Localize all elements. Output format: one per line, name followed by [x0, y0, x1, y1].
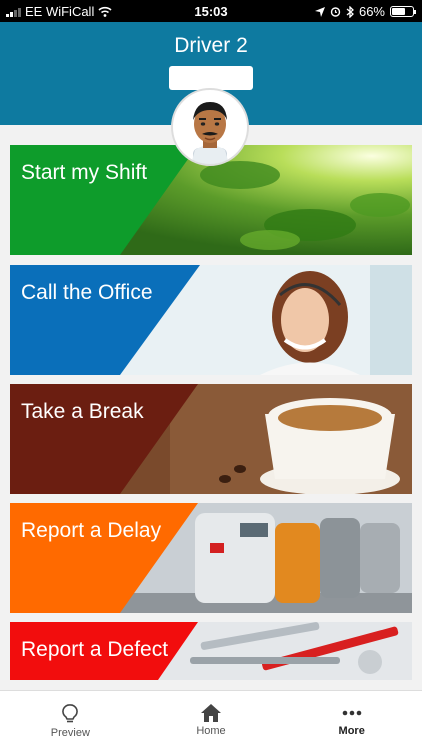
location-arrow-icon [314, 6, 325, 17]
nav-more[interactable]: More [281, 691, 422, 751]
tile-take-break[interactable]: Take a Break [10, 384, 412, 494]
battery-percent: 66% [358, 4, 385, 19]
nav-label: Home [196, 725, 226, 737]
avatar[interactable] [171, 88, 249, 166]
nav-preview[interactable]: Preview [0, 691, 141, 751]
tile-label: Call the Office [21, 281, 153, 304]
tile-call-office[interactable]: Call the Office [10, 265, 412, 375]
page-title: Driver 2 [174, 34, 248, 57]
battery-icon [390, 6, 416, 17]
status-bar: EE WiFiCall 15:03 66% [0, 0, 422, 22]
bottom-nav: Preview Home More [0, 690, 422, 751]
alarm-icon [330, 7, 341, 17]
nav-label: Preview [50, 727, 90, 739]
nav-label: More [338, 725, 365, 737]
lightbulb-icon [62, 704, 79, 723]
more-dots-icon [342, 710, 361, 716]
tile-label: Start my Shift [21, 161, 148, 184]
bluetooth-icon [346, 5, 354, 18]
tile-label: Report a Delay [21, 519, 162, 542]
tile-report-delay[interactable]: Report a Delay [10, 503, 412, 613]
nav-home[interactable]: Home [141, 691, 282, 751]
home-icon [201, 704, 221, 722]
tile-label: Take a Break [21, 400, 144, 423]
driver-avatar-icon [191, 102, 229, 164]
redacted-name [169, 66, 253, 90]
status-right: 66% [314, 4, 416, 19]
tile-report-defect[interactable]: Report a Defect [10, 622, 412, 680]
tile-label: Report a Defect [21, 638, 169, 661]
